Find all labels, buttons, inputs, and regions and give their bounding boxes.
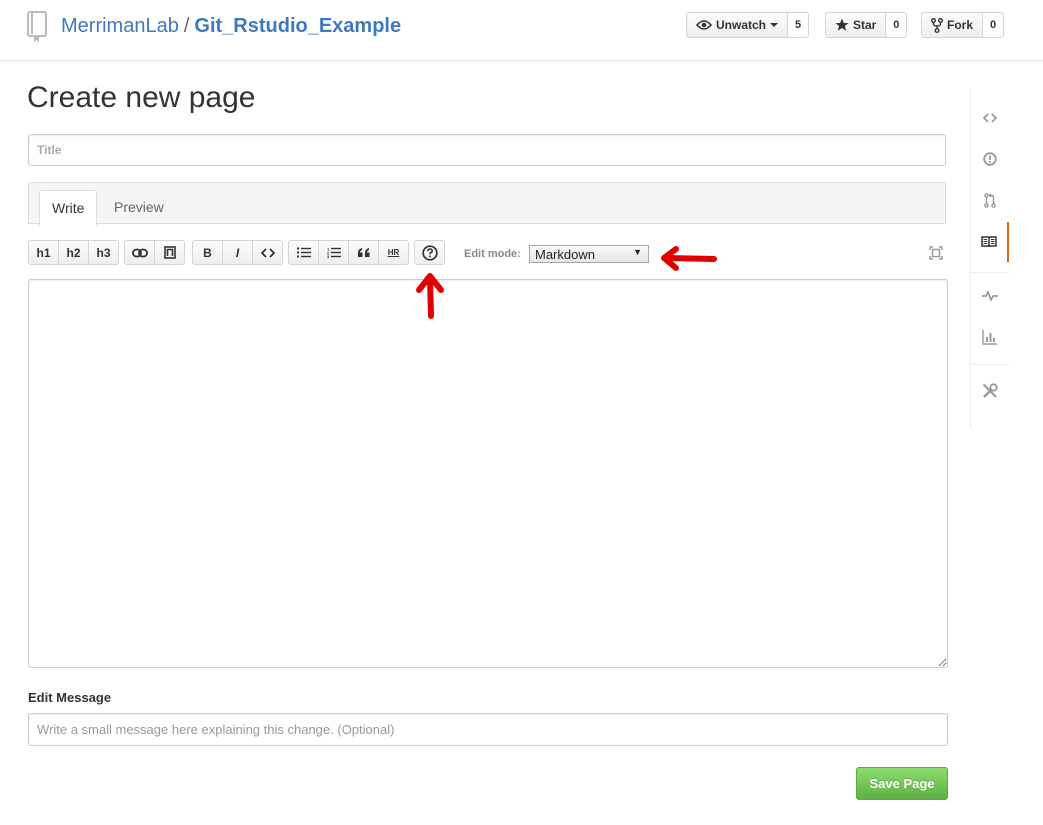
side-nav-issues[interactable] xyxy=(971,139,1009,179)
stargazers-count[interactable]: 0 xyxy=(886,12,908,38)
insert-link-button[interactable] xyxy=(124,240,155,265)
edit-mode-select[interactable]: Markdown ▼ xyxy=(529,245,649,263)
side-nav-pulse[interactable] xyxy=(971,276,1009,316)
side-nav-divider xyxy=(971,364,1009,365)
edit-message-label: Edit Message xyxy=(28,690,112,705)
repo-name-link[interactable]: Git_Rstudio_Example xyxy=(194,15,401,37)
h2-button[interactable]: h2 xyxy=(59,240,89,265)
link-icon xyxy=(131,248,148,257)
unwatch-label: Unwatch xyxy=(716,18,767,32)
fork-icon xyxy=(931,17,943,33)
editor-toolbar: h1 h2 h3 B I 1 2 3 HR Edit mode: Markdow… xyxy=(28,240,948,265)
star-button-group: Star 0 xyxy=(825,12,908,38)
graph-icon xyxy=(982,330,997,345)
svg-text:3: 3 xyxy=(327,254,330,258)
edit-mode-value: Markdown xyxy=(535,246,595,262)
quote-icon xyxy=(357,248,369,257)
tab-preview[interactable]: Preview xyxy=(102,190,176,225)
select-arrow-icon: ▼ xyxy=(633,247,642,257)
star-button[interactable]: Star xyxy=(825,12,887,38)
repo-title: MerrimanLab / Git_Rstudio_Example xyxy=(61,14,401,38)
settings-tools-icon xyxy=(982,383,998,398)
watch-button-group: Unwatch 5 xyxy=(686,12,810,38)
unordered-list-icon xyxy=(296,247,311,258)
editor-tab-bar: Write Preview xyxy=(28,182,946,226)
ordered-list-button[interactable]: 1 2 3 xyxy=(319,240,349,265)
page-title: Create new page xyxy=(27,81,256,114)
side-nav-divider xyxy=(971,272,1009,273)
repo-side-nav xyxy=(970,88,1009,428)
page-title-input[interactable] xyxy=(28,134,946,166)
star-label: Star xyxy=(853,18,877,32)
format-buttons-group: B I xyxy=(192,240,283,265)
bold-button[interactable]: B xyxy=(192,240,223,265)
star-icon xyxy=(835,18,849,31)
issue-icon xyxy=(983,152,997,166)
code-icon xyxy=(983,113,997,123)
side-nav-settings[interactable] xyxy=(971,371,1009,411)
edit-message-input[interactable] xyxy=(28,713,948,746)
help-button-group xyxy=(414,240,445,265)
code-icon xyxy=(260,247,275,258)
h3-button[interactable]: h3 xyxy=(89,240,119,265)
markdown-help-button[interactable] xyxy=(414,240,445,265)
repo-owner-link[interactable]: MerrimanLab xyxy=(61,15,179,37)
question-icon xyxy=(421,244,438,261)
quote-button[interactable] xyxy=(349,240,379,265)
insert-image-button[interactable] xyxy=(155,240,185,265)
h1-button[interactable]: h1 xyxy=(28,240,59,265)
image-icon xyxy=(163,246,176,259)
forks-count[interactable]: 0 xyxy=(983,12,1005,38)
unwatch-button[interactable]: Unwatch xyxy=(686,12,789,38)
fork-label: Fork xyxy=(947,18,974,32)
code-button[interactable] xyxy=(253,240,283,265)
unordered-list-button[interactable] xyxy=(288,240,319,265)
watchers-count[interactable]: 5 xyxy=(788,12,810,38)
tab-write[interactable]: Write xyxy=(39,190,98,226)
header-buttons-group: h1 h2 h3 xyxy=(28,240,119,265)
hr-button[interactable]: HR xyxy=(379,240,409,265)
book-repo-icon xyxy=(27,11,47,42)
side-nav-pull-requests[interactable] xyxy=(971,180,1009,220)
side-nav-graphs[interactable] xyxy=(971,317,1009,357)
side-nav-code[interactable] xyxy=(971,98,1009,138)
insert-buttons-group xyxy=(124,240,185,265)
fork-button[interactable]: Fork xyxy=(921,12,984,38)
wiki-body-editor[interactable] xyxy=(28,279,948,668)
list-buttons-group: 1 2 3 HR xyxy=(288,240,409,265)
save-page-button[interactable]: Save Page xyxy=(856,767,948,800)
fullscreen-icon[interactable] xyxy=(928,245,944,261)
eye-icon xyxy=(696,20,712,30)
italic-button[interactable]: I xyxy=(223,240,253,265)
ordered-list-icon: 1 2 3 xyxy=(327,247,341,258)
wiki-book-icon xyxy=(981,236,997,248)
pull-request-icon xyxy=(984,192,996,208)
caret-down-icon xyxy=(770,23,779,27)
repo-header: MerrimanLab / Git_Rstudio_Example Unwatch … xyxy=(0,0,1043,61)
side-nav-wiki[interactable] xyxy=(971,222,1009,262)
repo-title-separator: / xyxy=(183,15,190,37)
pulse-icon xyxy=(982,291,998,301)
fork-button-group: Fork 0 xyxy=(921,12,1005,38)
edit-mode-label: Edit mode: xyxy=(464,248,521,260)
